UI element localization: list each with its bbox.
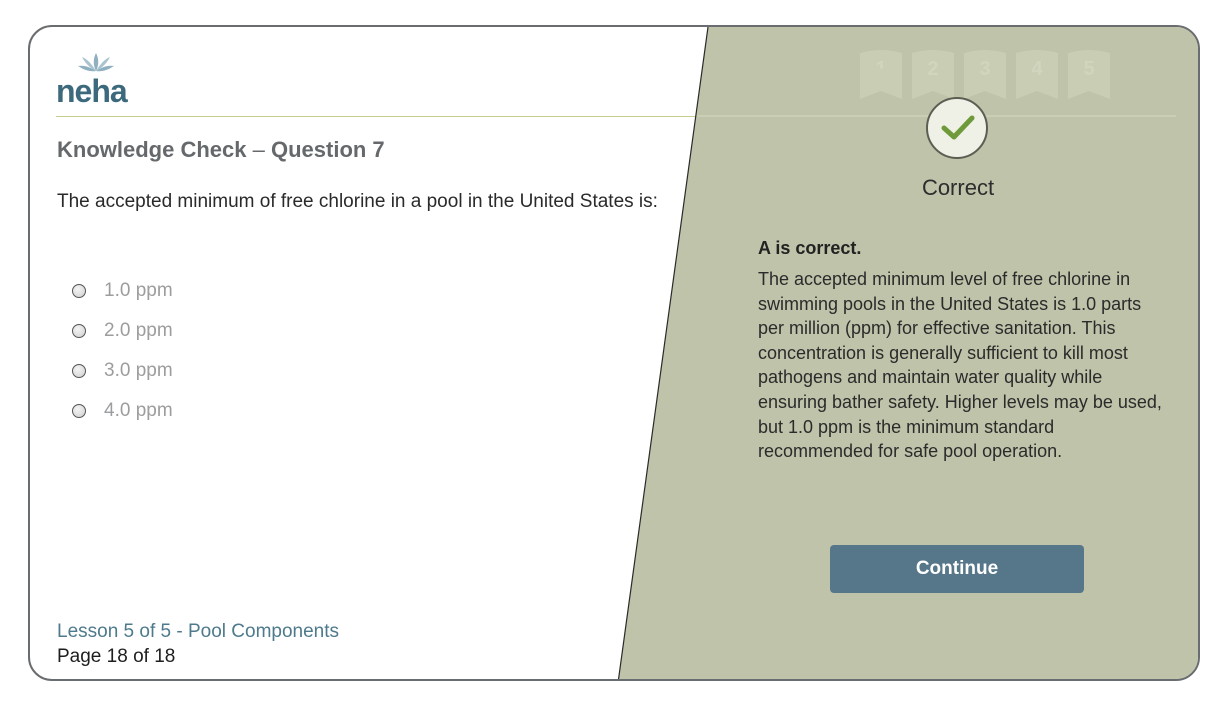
question-title-separator: –: [252, 137, 265, 162]
logo-wordmark: neha: [56, 73, 128, 109]
answer-option-label: 1.0 ppm: [104, 280, 173, 301]
question-title: Knowledge Check – Question 7: [57, 137, 385, 163]
ribbon-icon: [860, 50, 902, 99]
progress-step: 3: [964, 49, 1006, 99]
question-title-prefix: Knowledge Check: [57, 137, 247, 162]
answer-options: 1.0 ppm 2.0 ppm 3.0 ppm 4.0 ppm: [72, 271, 173, 431]
header-divider: [56, 116, 1172, 117]
radio-button-icon[interactable]: [72, 364, 86, 378]
water-splash-icon: [862, 68, 902, 89]
lesson-indicator: Lesson 5 of 5 - Pool Components: [57, 621, 340, 642]
question-title-number: Question 7: [270, 137, 385, 162]
neha-logo: neha: [56, 51, 146, 109]
ribbon-icon: [912, 50, 954, 99]
answer-option-c[interactable]: 3.0 ppm: [72, 351, 173, 391]
progress-step: 1: [860, 49, 902, 99]
course-frame: neha Knowledge Check – Question 7 The ac…: [28, 25, 1200, 681]
ribbon-icon: [1068, 50, 1110, 99]
answer-option-a[interactable]: 1.0 ppm: [72, 271, 173, 311]
progress-step: 2: [912, 49, 954, 99]
lesson-progress: 1 2 3 4 5: [860, 49, 1120, 99]
continue-button[interactable]: Continue: [830, 545, 1084, 593]
progress-step-number: 4: [1031, 58, 1043, 80]
answer-option-label: 4.0 ppm: [104, 400, 173, 421]
answer-option-label: 3.0 ppm: [104, 360, 173, 381]
progress-step-number: 2: [927, 58, 939, 80]
question-stem: The accepted minimum of free chlorine in…: [57, 191, 658, 212]
progress-step-number: 1: [875, 58, 887, 80]
feedback-explanation: The accepted minimum level of free chlor…: [758, 269, 1162, 462]
progress-step-number: 5: [1083, 58, 1095, 80]
radio-button-icon[interactable]: [72, 324, 86, 338]
progress-step: 4: [1016, 49, 1058, 99]
answer-option-label: 2.0 ppm: [104, 320, 173, 341]
feedback-panel: 1 2 3 4 5 Correct A is correct. The acce…: [30, 27, 1198, 679]
page-indicator: Page 18 of 18: [57, 646, 176, 667]
radio-button-icon[interactable]: [72, 404, 86, 418]
feedback-headline: A is correct.: [758, 238, 862, 258]
ribbon-icon: [964, 50, 1006, 99]
feedback-status: Correct: [921, 175, 995, 200]
correct-check-icon: [926, 97, 988, 159]
ribbon-icon: [1016, 50, 1058, 99]
radio-button-icon[interactable]: [72, 284, 86, 298]
answer-option-d[interactable]: 4.0 ppm: [72, 391, 173, 431]
progress-step: 5: [1068, 49, 1110, 99]
answer-option-b[interactable]: 2.0 ppm: [72, 311, 173, 351]
progress-step-number: 3: [979, 58, 991, 80]
